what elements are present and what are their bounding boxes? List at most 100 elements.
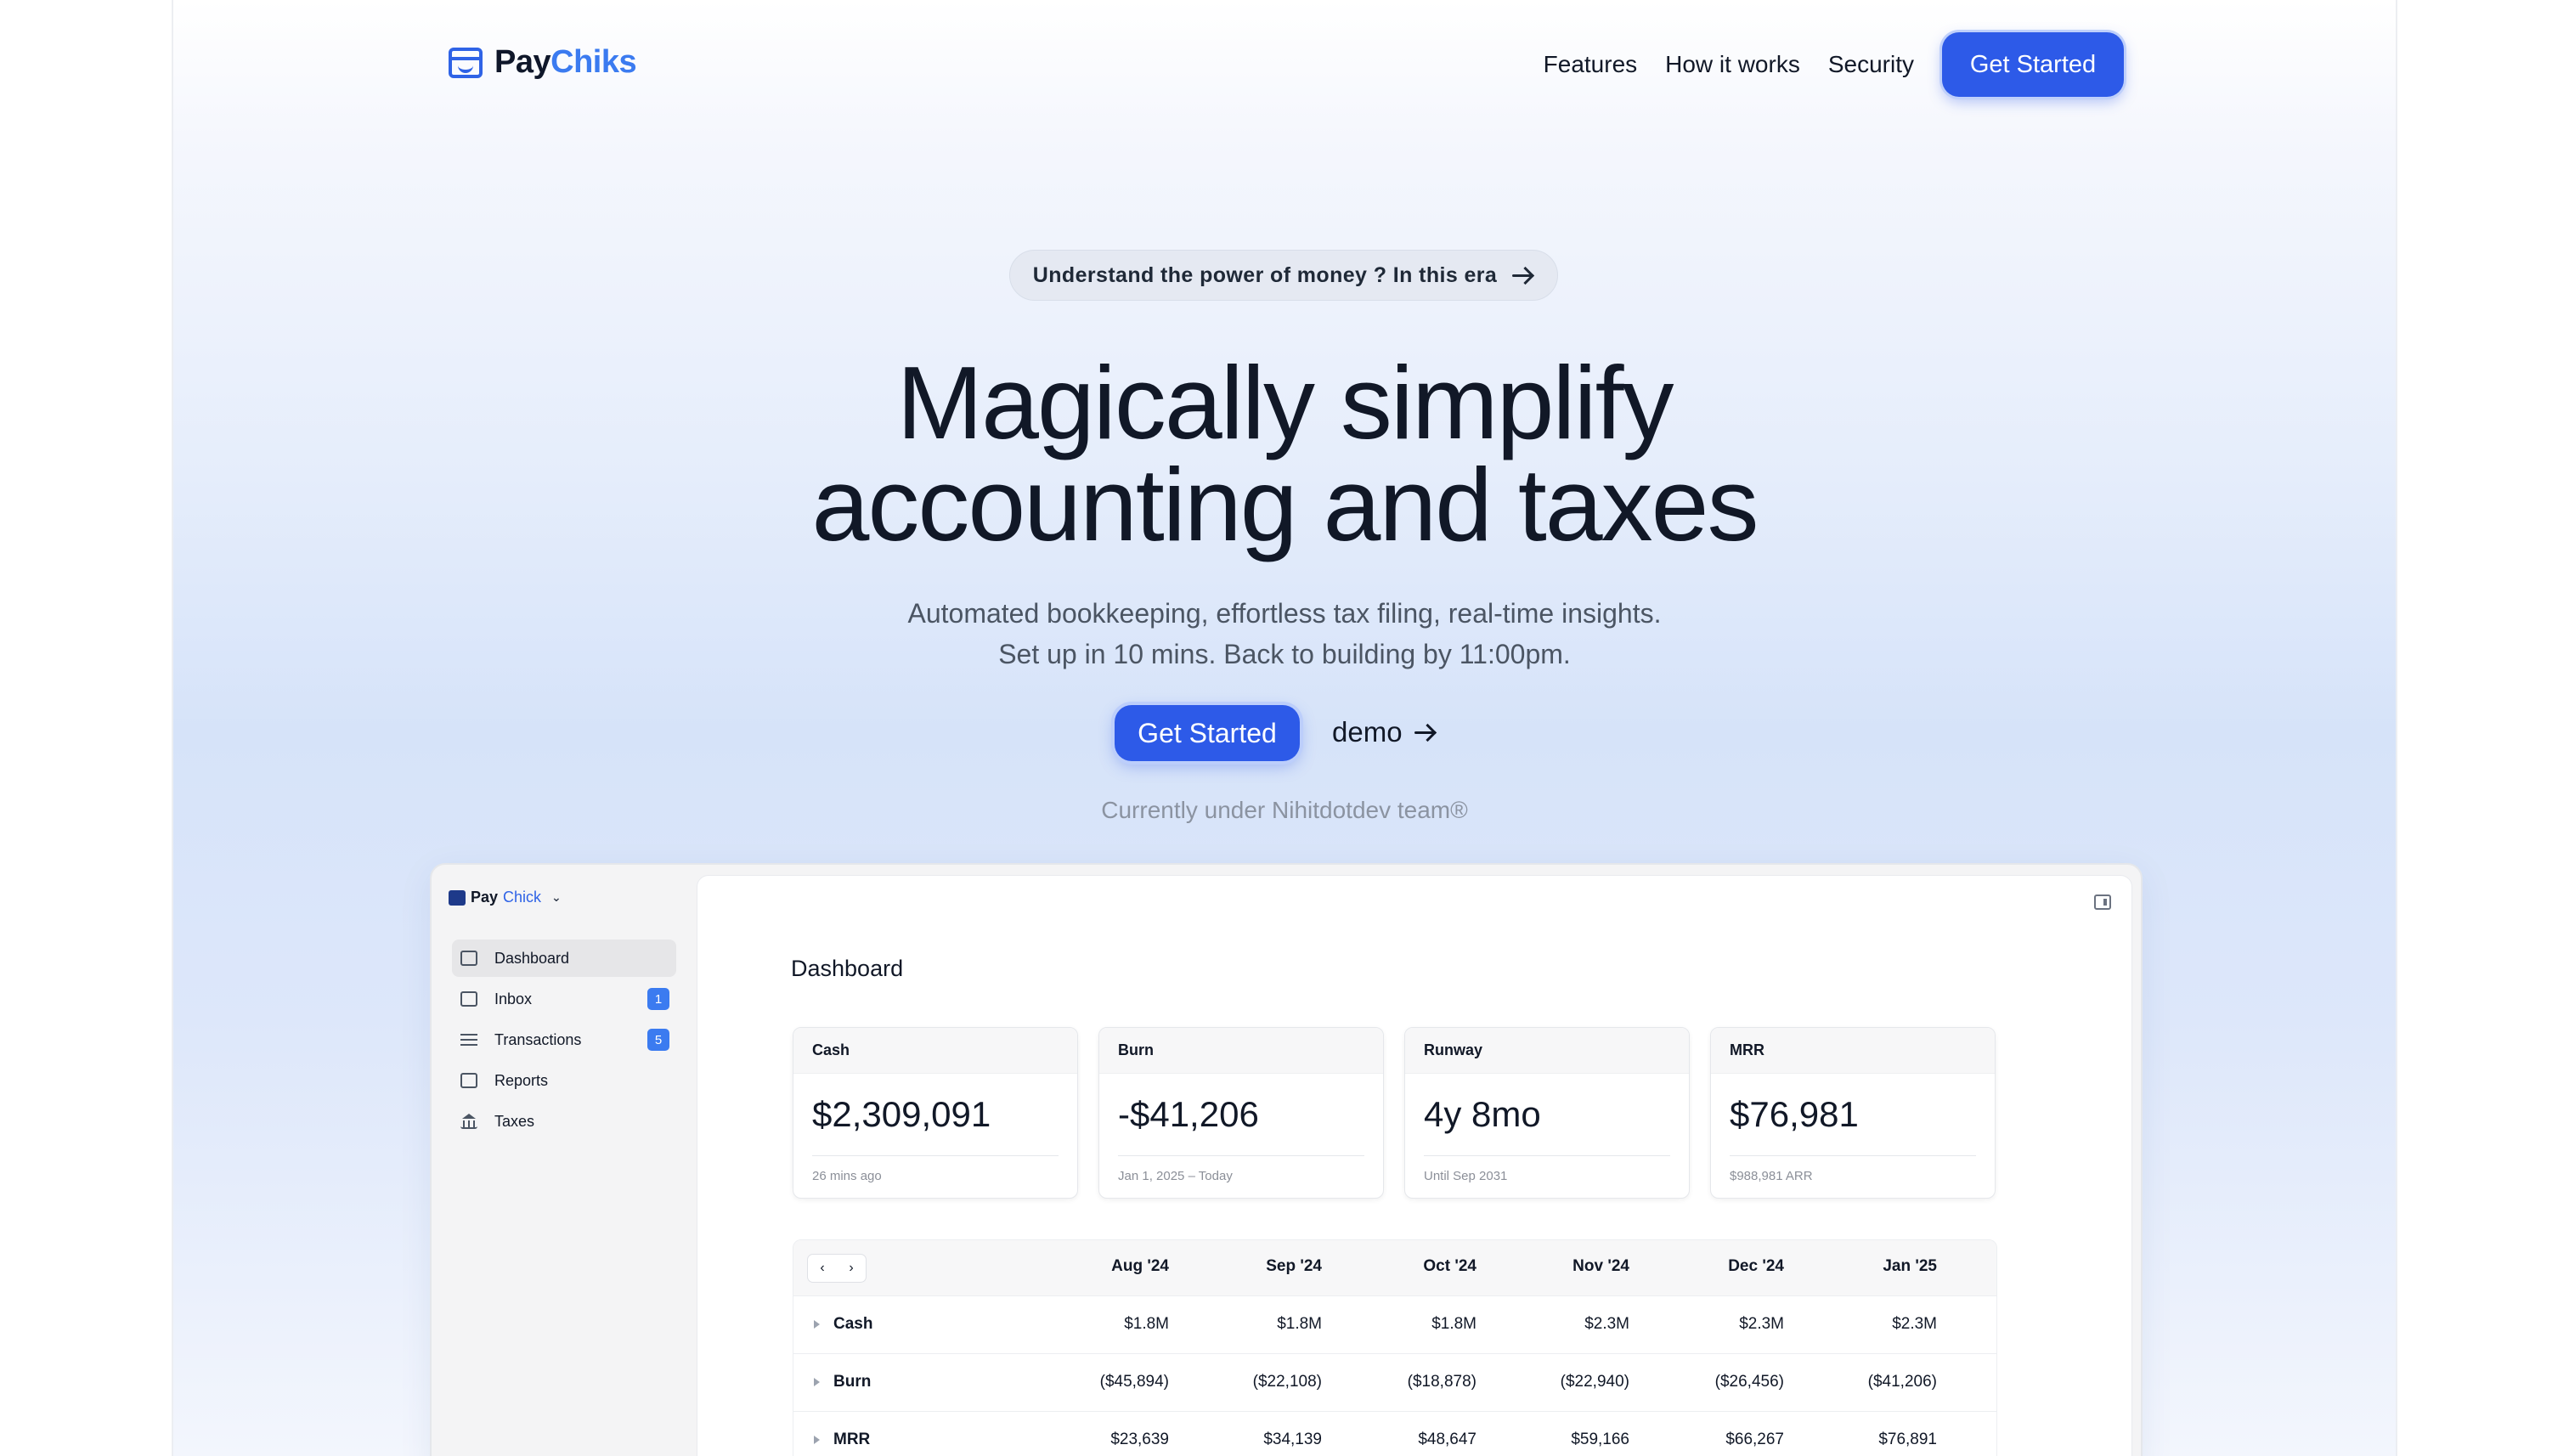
table-cell: ($41,206) xyxy=(1867,1373,1937,1391)
workspace-name-part1: Pay xyxy=(471,889,499,906)
column-header: Sep '24 xyxy=(1266,1257,1322,1275)
metric-card-mrr[interactable]: MRR $76,981 $988,981 ARR xyxy=(1710,1027,1996,1199)
workspace-switcher[interactable]: Pay Chick ⌄ xyxy=(449,889,562,906)
metric-card-cash[interactable]: Cash $2,309,091 26 mins ago xyxy=(793,1027,1078,1199)
row-label: Burn xyxy=(814,1373,871,1391)
sidebar-item-taxes[interactable]: Taxes xyxy=(452,1103,676,1140)
app-sidebar: Pay Chick ⌄ Dashboard Inbox 1 Transaction… xyxy=(432,865,697,1456)
card-value: $76,981 xyxy=(1730,1094,1859,1134)
demo-link[interactable]: demo xyxy=(1332,716,1437,748)
divider xyxy=(812,1155,1059,1156)
card-value: 4y 8mo xyxy=(1424,1094,1541,1134)
nav-link-features[interactable]: Features xyxy=(1544,51,1638,78)
inbox-icon xyxy=(460,991,477,1007)
table-cell: ($22,940) xyxy=(1560,1373,1629,1391)
headline-line-2: accounting and taxes xyxy=(811,447,1759,562)
column-header: Nov '24 xyxy=(1572,1257,1629,1275)
count-badge: 1 xyxy=(647,988,669,1010)
table-cell: $2.3M xyxy=(1739,1315,1784,1333)
sidebar-item-dashboard[interactable]: Dashboard xyxy=(452,940,676,977)
sidebar-item-label: Reports xyxy=(494,1071,549,1089)
row-label-text: Cash xyxy=(833,1315,873,1333)
column-header: Aug '24 xyxy=(1111,1257,1169,1275)
table-cell: $23,639 xyxy=(1110,1431,1169,1448)
dashboard-icon xyxy=(460,951,477,966)
workspace-name-part2: Chick xyxy=(503,889,542,906)
metric-card-burn[interactable]: Burn -$41,206 Jan 1, 2025 – Today xyxy=(1098,1027,1384,1199)
table-cell: ($18,878) xyxy=(1407,1373,1476,1391)
sidebar-item-inbox[interactable]: Inbox 1 xyxy=(452,980,676,1018)
demo-label: demo xyxy=(1332,716,1403,748)
chevron-left-icon[interactable]: ‹ xyxy=(820,1261,824,1276)
subtitle-line-2: Set up in 10 mins. Back to building by 1… xyxy=(998,639,1571,669)
page-title: Dashboard xyxy=(791,956,904,981)
sidebar-item-label: Dashboard xyxy=(494,949,570,967)
sidebar-item-label: Inbox xyxy=(494,990,533,1007)
expand-caret-icon xyxy=(814,1436,820,1444)
row-label: Cash xyxy=(814,1315,872,1334)
wallet-icon xyxy=(449,889,466,906)
nav-links: Features How it works Security Get Start… xyxy=(1516,32,2124,97)
expand-caret-icon xyxy=(814,1320,820,1329)
card-label: Burn xyxy=(1099,1028,1383,1074)
table-cell: $2.3M xyxy=(1892,1315,1937,1333)
card-subtext: $988,981 ARR xyxy=(1730,1169,1813,1183)
list-icon xyxy=(460,1032,477,1047)
card-subtext: Jan 1, 2025 – Today xyxy=(1118,1169,1233,1183)
table-row[interactable]: Cash $1.8M $1.8M $1.8M $2.3M $2.3M $2.3M xyxy=(793,1296,1996,1354)
chevron-down-icon: ⌄ xyxy=(551,890,562,904)
sidebar-item-transactions[interactable]: Transactions 5 xyxy=(452,1021,676,1058)
expand-caret-icon xyxy=(814,1378,820,1386)
month-pager: ‹ › xyxy=(807,1254,867,1283)
table-header: ‹ › Aug '24 Sep '24 Oct '24 Nov '24 Dec … xyxy=(793,1240,1996,1296)
table-cell: $59,166 xyxy=(1571,1431,1629,1448)
table-cell: $48,647 xyxy=(1418,1431,1476,1448)
card-label: Cash xyxy=(793,1028,1077,1074)
table-cell: $34,139 xyxy=(1263,1431,1322,1448)
card-subtext: 26 mins ago xyxy=(812,1169,882,1183)
metric-cards: Cash $2,309,091 26 mins ago Burn -$41,20… xyxy=(793,1027,1996,1199)
count-badge: 5 xyxy=(647,1029,669,1051)
table-row[interactable]: MRR $23,639 $34,139 $48,647 $59,166 $66,… xyxy=(793,1412,1996,1456)
table-cell: $76,891 xyxy=(1878,1431,1937,1448)
nav-link-how-it-works[interactable]: How it works xyxy=(1665,51,1800,78)
arrow-right-icon xyxy=(1414,724,1437,741)
page-frame: PayChiks Features How it works Security … xyxy=(172,0,2397,1456)
divider xyxy=(1730,1155,1976,1156)
chevron-right-icon[interactable]: › xyxy=(849,1261,853,1276)
row-label-text: MRR xyxy=(833,1431,871,1448)
announcement-pill[interactable]: Understand the power of money ? In this … xyxy=(1009,250,1558,301)
column-header: Oct '24 xyxy=(1423,1257,1476,1275)
report-icon xyxy=(460,1073,477,1088)
table-row[interactable]: Burn ($45,894) ($22,108) ($18,878) ($22,… xyxy=(793,1354,1996,1412)
toggle-panel-icon[interactable] xyxy=(2094,894,2111,910)
row-label: MRR xyxy=(814,1431,870,1449)
column-header: Dec '24 xyxy=(1728,1257,1784,1275)
card-label: MRR xyxy=(1711,1028,1995,1074)
table-cell: $1.8M xyxy=(1277,1315,1322,1333)
card-value: -$41,206 xyxy=(1118,1094,1259,1134)
table-cell: $1.8M xyxy=(1124,1315,1169,1333)
divider xyxy=(1118,1155,1364,1156)
table-cell: ($45,894) xyxy=(1099,1373,1169,1391)
top-nav: PayChiks Features How it works Security … xyxy=(173,0,2396,129)
credit-text: Currently under Nihitdotdev team® xyxy=(1101,797,1468,823)
card-value: $2,309,091 xyxy=(812,1094,991,1134)
brand-logo[interactable]: PayChiks xyxy=(449,44,637,81)
subtitle-line-1: Automated bookkeeping, effortless tax fi… xyxy=(907,598,1662,629)
nav-link-security[interactable]: Security xyxy=(1828,51,1914,78)
sidebar-item-label: Transactions xyxy=(494,1030,582,1048)
hero-subtitle: Automated bookkeeping, effortless tax fi… xyxy=(173,593,2396,674)
sidebar-item-reports[interactable]: Reports xyxy=(452,1062,676,1099)
metric-card-runway[interactable]: Runway 4y 8mo Until Sep 2031 xyxy=(1404,1027,1690,1199)
hero-get-started-button[interactable]: Get Started xyxy=(1115,705,1300,761)
brand-name: PayChiks xyxy=(494,44,637,80)
arrow-right-icon xyxy=(1512,267,1534,284)
dashboard-main: Dashboard Cash $2,309,091 26 mins ago Bu… xyxy=(697,875,2132,1456)
headline-line-1: Magically simplify xyxy=(896,345,1674,460)
table-cell: $1.8M xyxy=(1431,1315,1476,1333)
nav-get-started-button[interactable]: Get Started xyxy=(1942,32,2124,97)
hero-headline: Magically simplify accounting and taxes xyxy=(173,351,2396,556)
announcement-text: Understand the power of money ? In this … xyxy=(1032,262,1498,287)
sidebar-item-label: Taxes xyxy=(494,1112,535,1130)
